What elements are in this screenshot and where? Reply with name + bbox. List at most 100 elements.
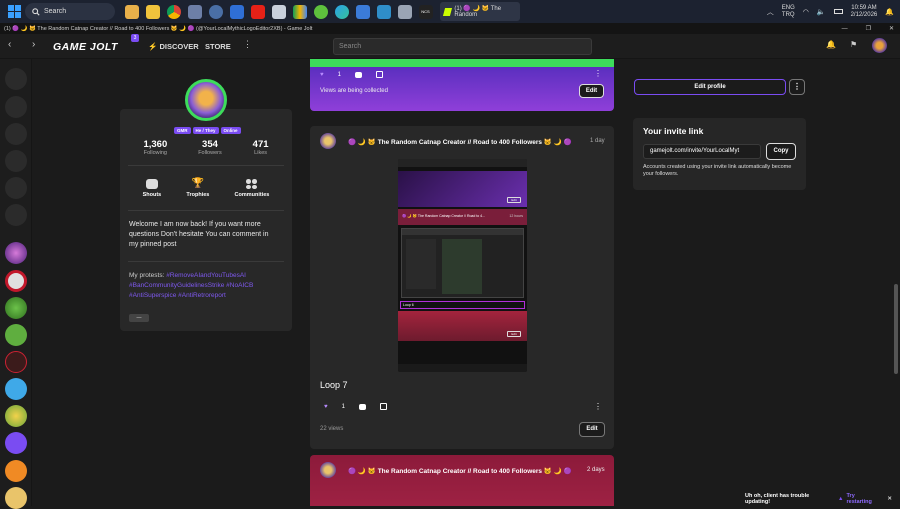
sidebar-community-9[interactable] bbox=[5, 460, 27, 482]
sidebar-backpack-icon[interactable] bbox=[5, 123, 27, 145]
shouts-button[interactable]: Shouts bbox=[143, 179, 161, 198]
windows-start-icon[interactable] bbox=[8, 5, 21, 18]
app-notes-icon[interactable] bbox=[397, 4, 412, 19]
post-views: 22 views bbox=[320, 426, 344, 432]
sidebar-community-5[interactable] bbox=[5, 351, 27, 373]
taskbar-active-window[interactable]: (1) 🟣 🌙 🐱 The Random bbox=[440, 2, 520, 21]
page-scrollbar[interactable] bbox=[892, 59, 900, 506]
post-author-avatar[interactable] bbox=[320, 133, 336, 149]
post-main-more-icon[interactable]: ⋮ bbox=[594, 402, 602, 411]
trophies-label: Trophies bbox=[186, 192, 210, 198]
post-top-edit-button[interactable]: Edit bbox=[579, 84, 604, 98]
post-next-avatar[interactable] bbox=[320, 462, 336, 478]
chevron-up-icon[interactable]: ︿ bbox=[767, 7, 774, 17]
profile-actions: Shouts 🏆 Trophies Communities bbox=[120, 179, 292, 199]
taskbar-search[interactable]: Search bbox=[25, 3, 115, 20]
maximize-icon[interactable]: ❐ bbox=[866, 25, 871, 32]
stat-likes[interactable]: 471 Likes bbox=[253, 139, 269, 156]
back-arrow-icon[interactable]: ‹ bbox=[8, 39, 11, 50]
sidebar-library-icon[interactable] bbox=[5, 204, 27, 226]
sidebar-community-3[interactable] bbox=[5, 297, 27, 319]
bell-icon[interactable]: 🔔 bbox=[826, 40, 836, 49]
edit-profile-button[interactable]: Edit profile bbox=[634, 79, 786, 95]
activity-icon[interactable]: ⚑ bbox=[850, 40, 857, 49]
like-heart-icon[interactable]: ♥ bbox=[320, 72, 324, 78]
post-next-author-name[interactable]: 🟣 🌙 🐱 The Random Catnap Creator // Road … bbox=[348, 467, 586, 475]
sidebar-community-2[interactable] bbox=[5, 270, 27, 292]
sidebar-quests-icon[interactable] bbox=[5, 150, 27, 172]
clock[interactable]: 10:59 AM 2/12/2026 bbox=[851, 5, 878, 19]
language-indicator[interactable]: ENG TRQ bbox=[782, 5, 795, 19]
post-image[interactable]: Edit 🟣 🌙 🐱 The Random Catnap Creator // … bbox=[398, 159, 527, 372]
language-top: ENG bbox=[781, 4, 795, 11]
post-author-name[interactable]: 🟣 🌙 🐱 The Random Catnap Creator // Road … bbox=[348, 138, 586, 146]
sidebar-community-4[interactable] bbox=[5, 324, 27, 346]
profile-bio: Welcome I am now back! If you want more … bbox=[129, 221, 269, 248]
profile-badges: GMR He / They Online bbox=[174, 127, 241, 134]
chrome-icon[interactable] bbox=[166, 4, 181, 19]
site-search-input[interactable]: Search bbox=[333, 38, 592, 55]
stat-following-value: 1,360 bbox=[143, 139, 168, 150]
nav-store[interactable]: STORE bbox=[205, 42, 231, 51]
nav-more-button[interactable]: ⋮ bbox=[243, 39, 252, 50]
badge-online: Online bbox=[220, 127, 241, 134]
profile-avatar[interactable] bbox=[185, 79, 227, 121]
stat-followers[interactable]: 354 Followers bbox=[198, 139, 222, 156]
profile-more-button[interactable]: — bbox=[129, 314, 149, 322]
sidebar-chat-icon[interactable] bbox=[5, 177, 27, 199]
notifications-bell-icon[interactable]: 🔔 bbox=[885, 8, 894, 16]
copy-invite-button[interactable]: Copy bbox=[766, 143, 796, 160]
sidebar-community-6[interactable] bbox=[5, 378, 27, 400]
app-go-icon[interactable] bbox=[313, 4, 328, 19]
battery-icon[interactable] bbox=[833, 9, 843, 14]
app-ncs-icon[interactable]: NCS bbox=[418, 4, 433, 19]
app-rocket-icon[interactable] bbox=[187, 4, 202, 19]
app-grad-icon[interactable] bbox=[271, 4, 286, 19]
gamejolt-taskbar-icon bbox=[442, 7, 453, 16]
toast-restart-link[interactable]: Try restarting bbox=[847, 493, 882, 505]
thumb-nested-left bbox=[406, 239, 436, 289]
post-main-edit-button[interactable]: Edit bbox=[579, 422, 605, 437]
volume-icon[interactable]: 🔈 bbox=[817, 8, 826, 16]
sidebar-community-7[interactable] bbox=[5, 405, 27, 427]
settings-icon[interactable] bbox=[208, 4, 223, 19]
user-avatar-small[interactable] bbox=[872, 38, 887, 53]
toast-close-icon[interactable]: ✕ bbox=[887, 496, 892, 502]
forward-arrow-icon[interactable]: › bbox=[32, 39, 35, 50]
share-icon[interactable] bbox=[379, 403, 387, 410]
comment-icon[interactable] bbox=[354, 71, 362, 78]
close-icon[interactable]: ✕ bbox=[889, 25, 894, 32]
comment-icon[interactable] bbox=[358, 403, 366, 410]
site-header: ‹ › GAME JOLT 3 ⚡ DISCOVER STORE ⋮ Searc… bbox=[0, 34, 900, 59]
app-photos-icon[interactable] bbox=[355, 4, 370, 19]
app-calc-icon[interactable] bbox=[376, 4, 391, 19]
profile-options-button[interactable]: ⋮ bbox=[789, 79, 805, 95]
share-icon[interactable] bbox=[375, 71, 383, 78]
sidebar-community-1[interactable] bbox=[5, 242, 27, 264]
minimize-icon[interactable]: — bbox=[842, 26, 848, 32]
post-card-next: 🟣 🌙 🐱 The Random Catnap Creator // Road … bbox=[310, 455, 614, 506]
file-explorer-icon[interactable] bbox=[145, 4, 160, 19]
sidebar-store-icon[interactable] bbox=[5, 96, 27, 118]
app-blue-icon[interactable] bbox=[229, 4, 244, 19]
window-title: (1) 🟣 🌙 🐱 The Random Catnap Creator // R… bbox=[4, 25, 313, 32]
divider bbox=[128, 210, 284, 211]
post-top-more-icon[interactable]: ⋮ bbox=[594, 69, 602, 78]
like-heart-icon[interactable]: ♥ bbox=[324, 404, 328, 410]
wifi-icon[interactable]: ◠ bbox=[803, 8, 809, 16]
scrollbar-thumb[interactable] bbox=[894, 284, 898, 374]
sidebar-community-8[interactable] bbox=[5, 432, 27, 454]
widgets-icon[interactable] bbox=[124, 4, 139, 19]
invite-url-field[interactable]: gamejolt.com/invite/YourLocalMyt bbox=[643, 144, 761, 159]
thumb-loop-label: Loop 6 bbox=[400, 301, 525, 309]
edge-icon[interactable] bbox=[334, 4, 349, 19]
stat-following[interactable]: 1,360 Following bbox=[143, 139, 167, 156]
trophies-button[interactable]: 🏆 Trophies bbox=[186, 179, 210, 199]
communities-button[interactable]: Communities bbox=[235, 179, 269, 198]
nav-discover[interactable]: ⚡ DISCOVER bbox=[148, 42, 199, 51]
youtube-icon[interactable] bbox=[250, 4, 265, 19]
site-logo[interactable]: GAME JOLT bbox=[53, 41, 118, 53]
google-drive-icon[interactable] bbox=[292, 4, 307, 19]
sidebar-fireside-icon[interactable] bbox=[5, 68, 27, 90]
nav-discover-label: DISCOVER bbox=[159, 42, 199, 51]
